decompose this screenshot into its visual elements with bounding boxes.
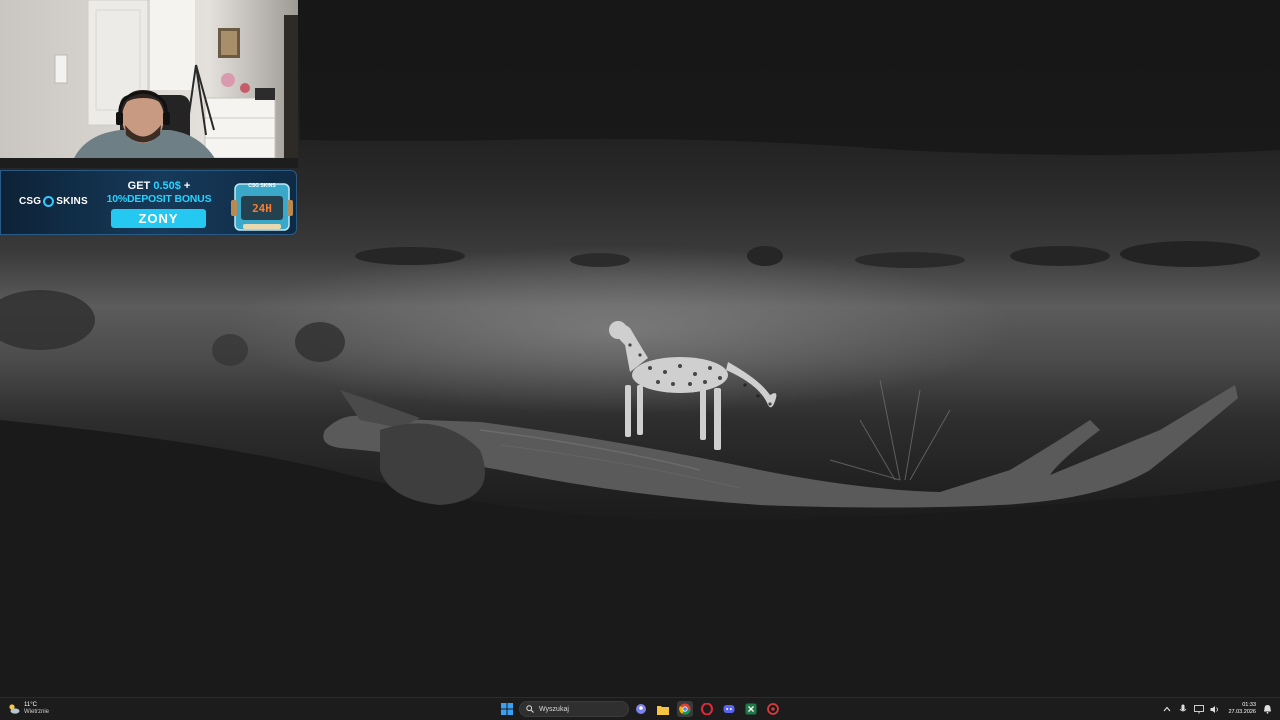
discord-icon [723, 705, 735, 713]
network-monitor-icon [1194, 704, 1205, 713]
weather-condition: Wietrznie [24, 709, 50, 715]
weather-temperature: 11°C [24, 702, 37, 708]
case-brand: CSG SKINS [248, 183, 276, 189]
windows-logo-icon [501, 703, 513, 715]
search-icon [526, 705, 534, 713]
system-tray: 01:33 27.03.2026 [1162, 700, 1272, 718]
case-timer-label: 24H [252, 202, 272, 215]
excel-icon [745, 703, 757, 715]
webcam-feed [0, 0, 298, 168]
microphone-icon [1180, 704, 1187, 712]
sponsor-logo-suffix: SKINS [56, 196, 88, 207]
sponsor-case-image: CSG SKINS 24H [229, 180, 295, 235]
chrome-icon [679, 703, 691, 715]
sponsor-logo: CSG SKINS [19, 196, 88, 207]
taskbar-app-discord[interactable] [721, 701, 737, 717]
webcam-overlay [0, 0, 298, 168]
chevron-up-icon [1164, 706, 1171, 712]
folder-icon [657, 705, 669, 715]
promo-code-badge: ZONY [111, 209, 206, 228]
speaker-icon [1210, 705, 1219, 713]
teams-icon [636, 704, 646, 714]
offer-suffix: + [180, 180, 191, 192]
offer-amount: 0.50$ [153, 180, 181, 192]
clock-time: 01:33 [1242, 702, 1256, 708]
sponsor-offer-line1: GET 0.50$ + [101, 180, 217, 192]
taskbar-app-chrome[interactable] [677, 701, 693, 717]
notification-bell-icon [1263, 705, 1271, 714]
clock-date: 27.03.2026 [1228, 709, 1256, 715]
taskbar-search[interactable]: Wyszukaj [519, 701, 629, 717]
start-button[interactable] [499, 701, 515, 717]
tray-notifications[interactable] [1262, 704, 1272, 714]
tray-overflow-button[interactable] [1162, 704, 1172, 714]
cheetah [609, 321, 777, 450]
taskbar-app-file-explorer[interactable] [655, 701, 671, 717]
taskbar: 11°C Wietrznie Wyszukaj 01:33 27.03.2026 [0, 697, 1280, 720]
taskbar-app-teams[interactable] [633, 701, 649, 717]
search-placeholder: Wyszukaj [539, 705, 569, 713]
sponsor-logo-ring-icon [43, 196, 55, 207]
taskbar-app-generic[interactable] [765, 701, 781, 717]
opera-icon [701, 703, 713, 715]
sponsor-logo-prefix: CSG [19, 196, 42, 207]
taskbar-clock[interactable]: 01:33 27.03.2026 [1228, 702, 1256, 716]
taskbar-app-opera[interactable] [699, 701, 715, 717]
weather-widget[interactable]: 11°C Wietrznie [8, 700, 49, 718]
sponsor-offer-line2: 10%DEPOSIT BONUS [106, 193, 212, 205]
offer-prefix: GET [127, 180, 154, 192]
tray-network[interactable] [1194, 704, 1205, 714]
tray-microphone[interactable] [1178, 704, 1188, 714]
app-icon [767, 703, 779, 715]
tray-volume[interactable] [1210, 704, 1220, 714]
taskbar-app-excel[interactable] [743, 701, 759, 717]
partly-cloudy-icon [9, 704, 20, 714]
